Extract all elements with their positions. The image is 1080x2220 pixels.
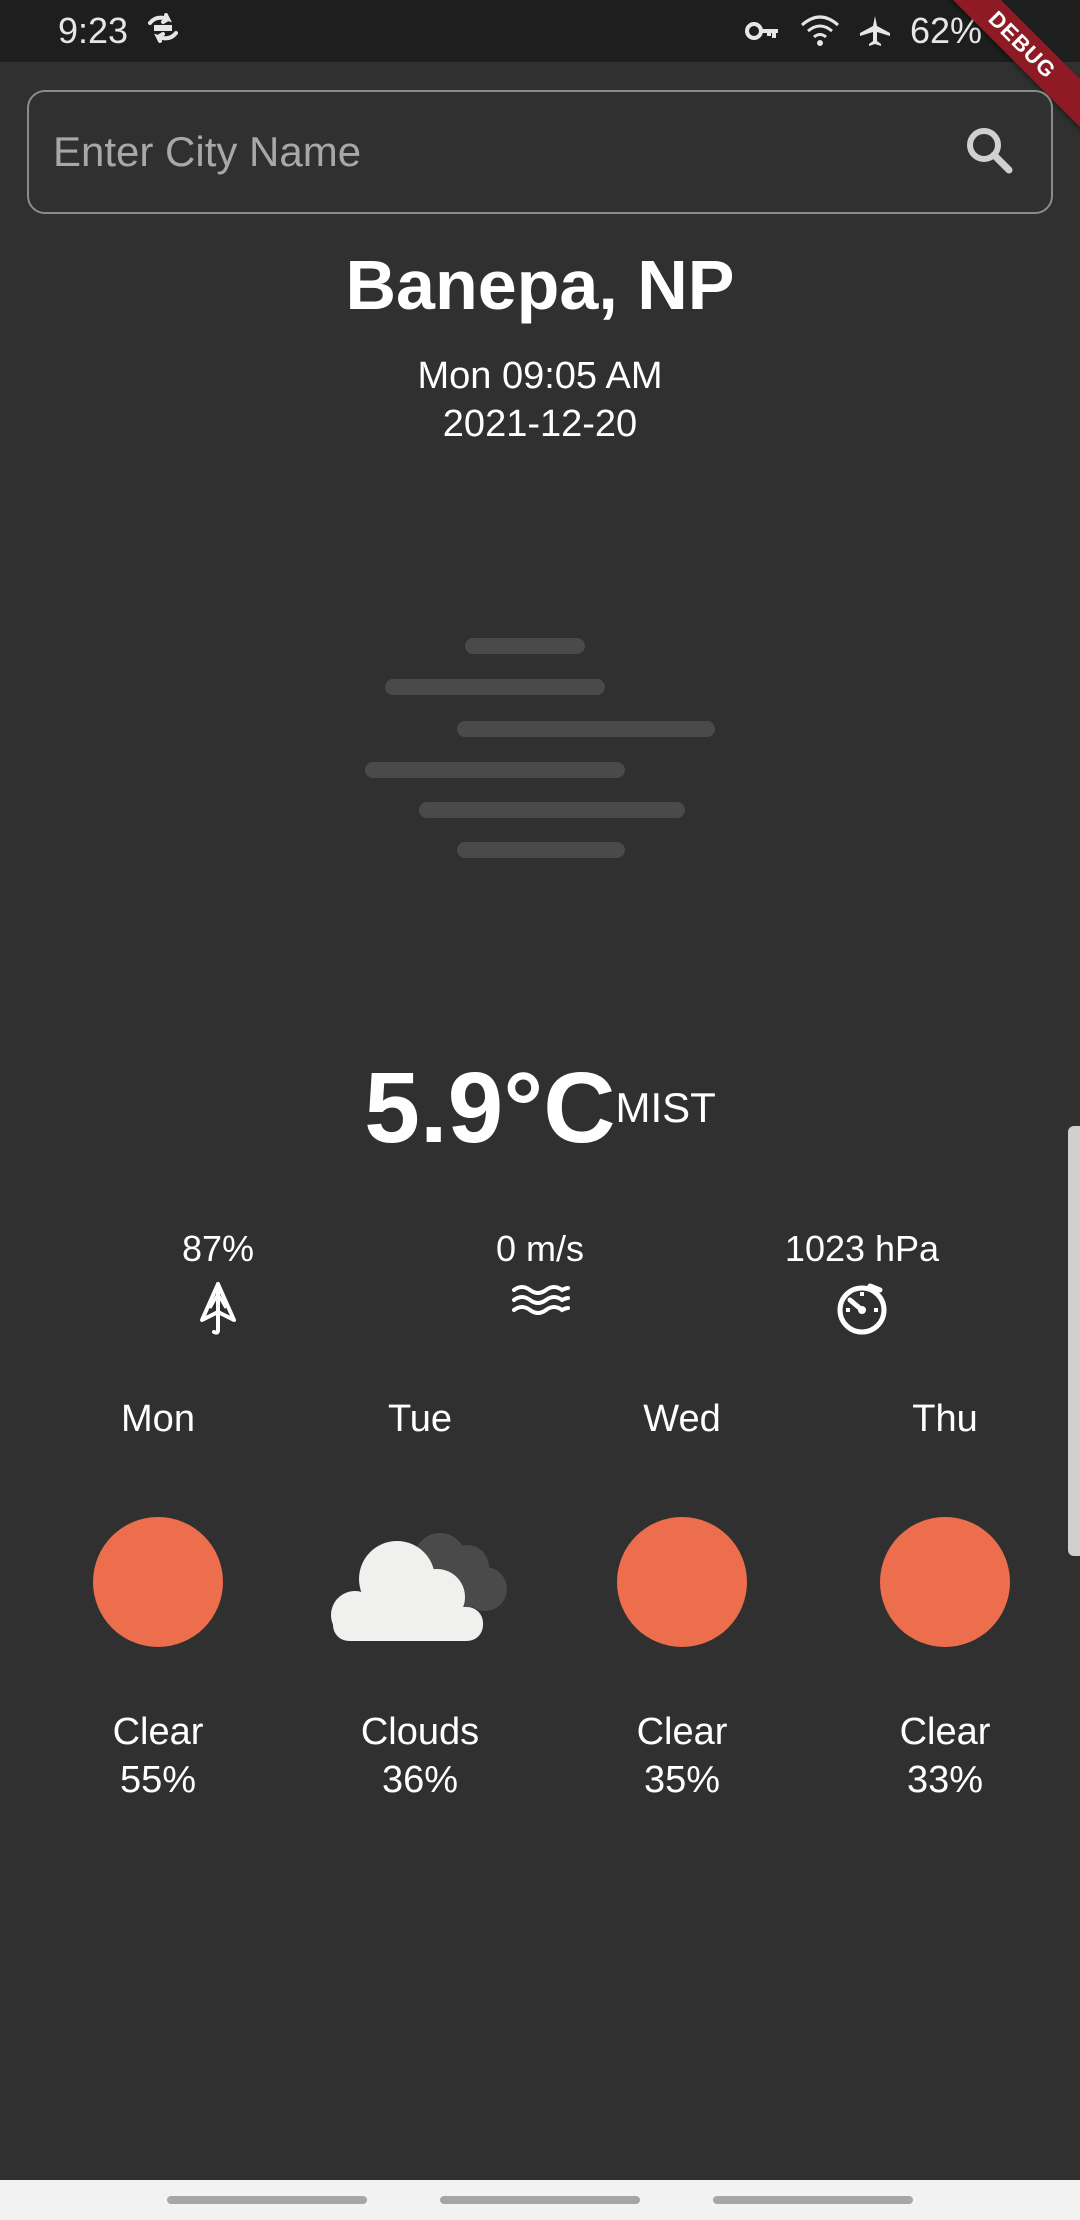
forecast-condition: Clouds bbox=[360, 1711, 480, 1753]
forecast-condition: Clear bbox=[112, 1711, 204, 1753]
status-bar: 9:23 62% bbox=[0, 0, 1080, 62]
umbrella-icon bbox=[68, 1280, 368, 1336]
sun-icon bbox=[562, 1512, 802, 1652]
system-nav-bar bbox=[0, 2180, 1080, 2220]
forecast-percent: 36% bbox=[381, 1759, 459, 1801]
day-time-label: Mon 09:05 AM bbox=[417, 355, 663, 397]
wind-waves-icon bbox=[390, 1280, 690, 1320]
sun-icon bbox=[38, 1512, 278, 1652]
vpn-key-icon bbox=[744, 20, 782, 42]
nav-recents-button[interactable] bbox=[166, 2196, 367, 2204]
wind-stat: 0 m/s bbox=[390, 1228, 690, 1320]
forecast-day: Thu bbox=[912, 1398, 978, 1440]
wind-value: 0 m/s bbox=[495, 1228, 584, 1269]
clouds-icon bbox=[300, 1512, 540, 1652]
search-field[interactable] bbox=[27, 90, 1053, 214]
airplane-icon bbox=[858, 14, 892, 48]
status-time: 9:23 bbox=[58, 10, 129, 51]
sun-icon bbox=[825, 1512, 1065, 1652]
pressure-gauge-icon bbox=[712, 1280, 1012, 1336]
forecast-day: Wed bbox=[643, 1398, 721, 1440]
pressure-value: 1023 hPa bbox=[784, 1228, 940, 1269]
forecast-item-mon: Mon Clear 55% bbox=[38, 1398, 278, 1804]
city-title: Banepa, NP bbox=[345, 246, 735, 324]
forecast-day: Tue bbox=[387, 1398, 453, 1440]
forecast-percent: 55% bbox=[119, 1759, 197, 1801]
wifi-icon bbox=[800, 15, 840, 47]
forecast-day: Mon bbox=[121, 1398, 195, 1440]
humidity-stat: 87% bbox=[68, 1228, 368, 1336]
datetime-block: Mon 09:05 AM 2021-12-20 bbox=[0, 352, 1080, 448]
nav-back-button[interactable] bbox=[713, 2196, 914, 2204]
pressure-stat: 1023 hPa bbox=[712, 1228, 1012, 1336]
nav-home-button[interactable] bbox=[439, 2196, 640, 2204]
search-input[interactable] bbox=[53, 128, 873, 176]
status-left: 9:23 bbox=[58, 10, 180, 52]
temperature-value: 5.9°C bbox=[364, 1052, 616, 1164]
forecast-percent: 33% bbox=[906, 1759, 984, 1801]
temperature-row: 5.9°C MIST bbox=[0, 1048, 1080, 1168]
forecast-item-tue: Tue Clouds 36% bbox=[300, 1398, 540, 1804]
date-label: 2021-12-20 bbox=[442, 403, 638, 445]
forecast-condition: Clear bbox=[636, 1711, 728, 1753]
scrollbar[interactable] bbox=[1068, 1126, 1080, 1556]
forecast-item-wed: Wed Clear 35% bbox=[562, 1398, 802, 1804]
mist-icon bbox=[360, 630, 720, 870]
forecast-condition: Clear bbox=[899, 1711, 991, 1753]
condition-label: MIST bbox=[615, 1084, 716, 1131]
sync-icon bbox=[146, 10, 180, 52]
humidity-value: 87% bbox=[181, 1228, 255, 1269]
forecast-item-thu: Thu Clear 33% bbox=[825, 1398, 1065, 1804]
forecast-percent: 35% bbox=[643, 1759, 721, 1801]
search-icon[interactable] bbox=[963, 124, 1015, 181]
